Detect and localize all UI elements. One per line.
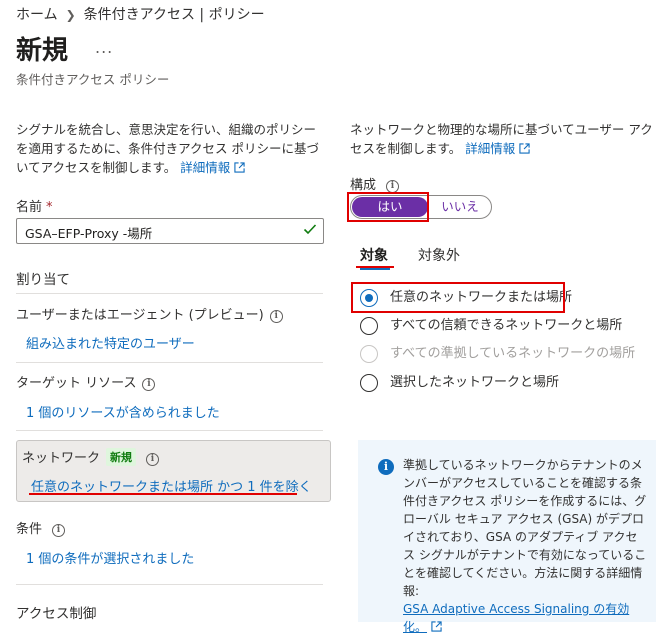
radio-label: すべての準拠しているネットワークの場所 [390,346,636,361]
radio-button [360,345,378,363]
external-link-icon [519,143,530,154]
chevron-right-icon: ❯ [65,8,76,22]
divider [16,362,323,363]
info-message-bar: i 準拠しているネットワークからテナントのメンバーがアクセスしていることを確認す… [358,440,656,634]
breadcrumb-current[interactable]: 条件付きアクセス | ポリシー [84,7,265,23]
breadcrumb: ホーム ❯ 条件付きアクセス | ポリシー [16,4,265,24]
learn-more-link[interactable]: 詳細情報 [465,141,530,156]
divider [16,584,323,585]
breadcrumb-home[interactable]: ホーム [16,7,58,23]
learn-more-link[interactable]: 詳細情報 [180,160,245,175]
target-resources-label: ターゲット リソース i [16,372,156,391]
page-title: 新規 [16,36,69,66]
divider [16,430,323,431]
conditions-label: 条件 i [16,518,66,537]
info-icon[interactable]: i [142,378,156,391]
assignments-heading: 割り当て [16,272,70,288]
network-section-label: ネットワーク 新規 i [22,447,160,466]
info-icon[interactable]: i [52,524,66,537]
toggle-no-option[interactable]: いいえ [431,197,489,217]
tab-include[interactable]: 対象 [360,245,388,265]
network-description: ネットワークと物理的な場所に基づいてユーザー アクセスを制御します。 詳細情報 [350,120,665,158]
name-field-value[interactable]: GSA–EFP-Proxy -場所 [25,223,152,242]
policy-description: シグナルを統合し、意思決定を行い、組織のポリシーを適用するために、条件付きアクセ… [16,120,326,177]
tab-exclude[interactable]: 対象外 [418,245,460,265]
conditions-link[interactable]: 1 個の条件が選択されました [26,548,194,567]
red-underline-annotation [29,493,297,495]
tab-active-indicator [360,268,390,270]
page-subtitle: 条件付きアクセス ポリシー [16,72,170,87]
external-link-icon [234,162,245,173]
radio-button[interactable] [360,317,378,335]
info-message-body: 準拠しているネットワークからテナントのメンバーがアクセスしていることを確認する条… [403,458,647,598]
radio-label: すべての信頼できるネットワークと場所 [390,318,623,333]
name-field[interactable]: GSA–EFP-Proxy -場所 [16,218,324,244]
name-label: 名前 * [16,200,53,215]
checkmark-icon [303,224,317,235]
users-link[interactable]: 組み込まれた特定のユーザー [26,333,195,352]
target-resources-link[interactable]: 1 個のリソースが含められました [26,402,220,421]
radio-label: 選択したネットワークと場所 [390,375,560,390]
policy-description-text: シグナルを統合し、意思決定を行い、組織のポリシーを適用するために、条件付きアクセ… [16,122,319,175]
info-icon: i [378,459,394,475]
divider [16,293,323,294]
red-highlight-annotation [347,192,429,222]
red-underline-annotation [356,266,394,268]
new-badge: 新規 [106,448,137,466]
info-icon[interactable]: i [146,453,160,466]
network-section[interactable]: ネットワーク 新規 i 任意のネットワークまたは場所 かつ 1 件を除く [16,440,331,502]
info-icon[interactable]: i [269,310,283,323]
radio-button[interactable] [360,374,378,392]
info-message-text: 準拠しているネットワークからテナントのメンバーがアクセスしていることを確認する条… [403,456,647,636]
required-mark: * [46,200,53,215]
access-controls-heading: アクセス制御 [16,606,97,622]
external-link-icon [431,621,442,632]
more-options-button[interactable]: ... [95,38,113,57]
red-highlight-annotation [351,282,565,313]
configure-label: 構成 i [350,174,400,193]
users-section-label: ユーザーまたはエージェント (プレビュー) i [16,304,283,323]
